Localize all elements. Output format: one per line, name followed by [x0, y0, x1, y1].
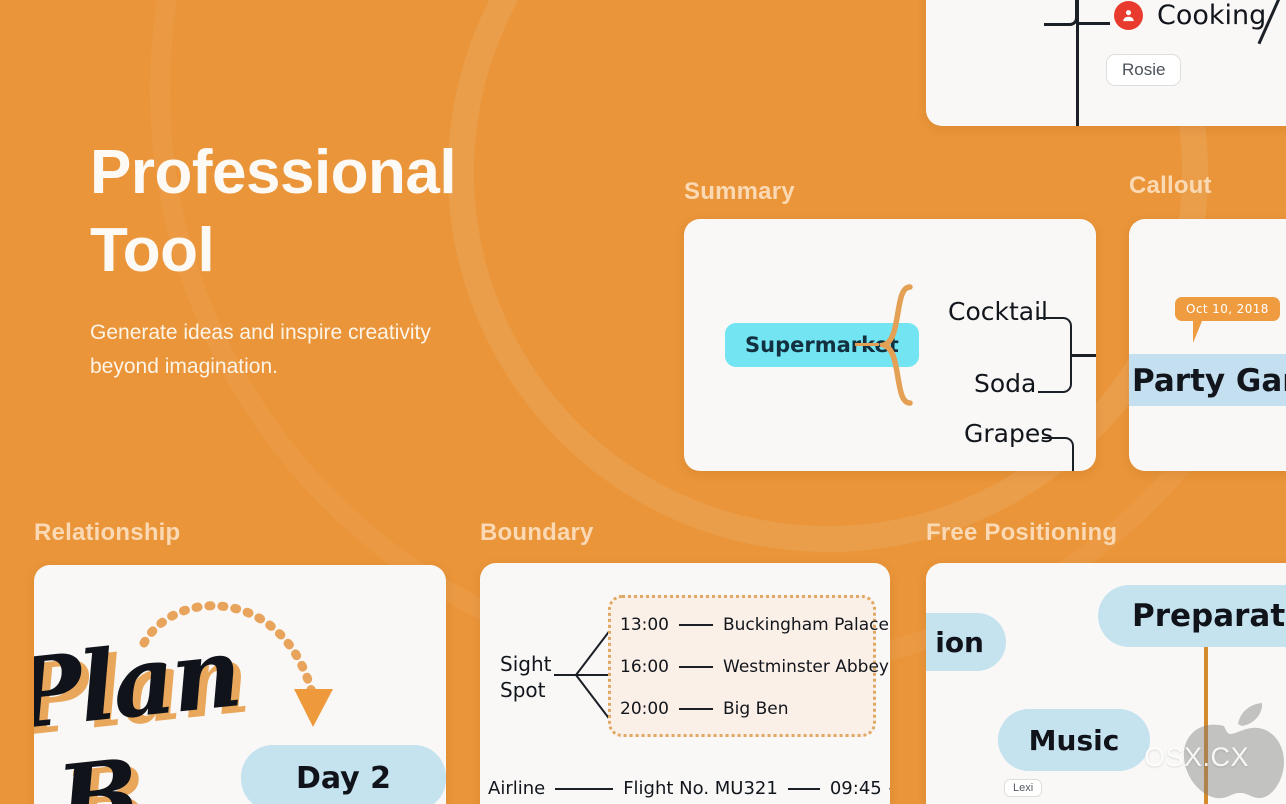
hero-section: Professional Tool Generate ideas and ins…: [90, 134, 630, 384]
connector-line: [555, 787, 614, 790]
page-title-line-1: Professional: [90, 138, 457, 207]
boundary-row-place: Big Ben: [723, 699, 789, 719]
node-sight-spot[interactable]: Sight Spot: [500, 651, 551, 703]
person-icon: [1114, 1, 1143, 30]
connector-branch: [1076, 22, 1110, 25]
boundary-row[interactable]: 13:00 Buckingham Palace: [620, 615, 889, 635]
connector-line: [679, 666, 713, 668]
page-subtitle-line-1: Generate ideas and inspire creativity: [90, 321, 431, 344]
page-title: Professional Tool: [90, 134, 630, 290]
boundary-row-place: Buckingham Palace: [723, 615, 889, 635]
feature-card-free-positioning[interactable]: ion Preparation Music Lexi: [926, 563, 1286, 804]
feature-card-callout[interactable]: Oct 10, 2018 Party Games: [1129, 219, 1286, 471]
page-subtitle-line-2: beyond imagination.: [90, 355, 278, 378]
script-word-b: B: [52, 737, 142, 804]
connector-bracket-output: [1072, 354, 1096, 357]
node-cooking-label: Cooking: [1157, 0, 1267, 31]
page-subtitle: Generate ideas and inspire creativity be…: [90, 316, 630, 384]
boundary-row-time: 13:00: [620, 615, 669, 635]
feature-card-cooking[interactable]: potatoes Cooking Rosie: [926, 0, 1286, 126]
connector-vertical-line: [1204, 647, 1208, 804]
callout-bubble[interactable]: Oct 10, 2018: [1175, 297, 1280, 343]
section-label-boundary: Boundary: [480, 519, 594, 546]
boundary-airline-row[interactable]: Airline Flight No. MU321 09:45 ~ 10:45: [488, 778, 890, 799]
node-sight-spot-line-1: Sight: [500, 652, 552, 676]
node-sight-spot-line-2: Spot: [500, 678, 546, 702]
node-partial-ion[interactable]: ion: [926, 613, 1006, 671]
node-cocktail[interactable]: Cocktail: [948, 297, 1048, 326]
node-day-2[interactable]: Day 2: [241, 745, 446, 804]
section-label-relationship: Relationship: [34, 519, 181, 546]
curly-brace-icon: [880, 284, 913, 406]
node-music[interactable]: Music: [998, 709, 1150, 771]
feature-card-summary[interactable]: Supermarket Cocktail Soda Grapes: [684, 219, 1096, 471]
connector-line: [679, 708, 713, 710]
tag-rosie[interactable]: Rosie: [1106, 54, 1182, 86]
feature-card-relationship[interactable]: Plan B Day 2: [34, 565, 446, 804]
tag-lexi[interactable]: Lexi: [1004, 779, 1043, 797]
boundary-row[interactable]: 16:00 Westminster Abbey: [620, 657, 889, 677]
node-grapes[interactable]: Grapes: [964, 419, 1053, 448]
boundary-row-place: Westminster Abbey: [723, 657, 889, 677]
node-party-games[interactable]: Party Games: [1132, 363, 1286, 399]
dotted-curved-arrow-icon: [139, 601, 333, 727]
airline-flight-number: Flight No. MU321: [623, 778, 778, 799]
connector-line: [787, 787, 820, 790]
airline-label: Airline: [488, 778, 546, 799]
page-title-line-2: Tool: [90, 216, 215, 285]
connector-cocktail-soda-bracket: [1038, 317, 1072, 393]
section-label-free-positioning: Free Positioning: [926, 519, 1118, 546]
section-label-summary: Summary: [684, 178, 795, 205]
section-label-callout: Callout: [1129, 172, 1212, 199]
node-cooking-row[interactable]: Cooking: [1114, 0, 1266, 31]
boundary-row-time: 20:00: [620, 699, 669, 719]
connector-stub: [855, 343, 879, 346]
airline-time-range: 09:45 ~ 10:45: [829, 778, 890, 799]
boundary-row-time: 16:00: [620, 657, 669, 677]
boundary-row[interactable]: 20:00 Big Ben: [620, 699, 788, 719]
node-soda[interactable]: Soda: [974, 369, 1036, 398]
node-preparation[interactable]: Preparation: [1098, 585, 1286, 647]
feature-card-boundary[interactable]: Sight Spot 13:00 Buckingham Palace 16:00…: [480, 563, 890, 804]
connector-line: [679, 624, 713, 626]
connector-grapes-bracket: [1042, 437, 1074, 471]
connector-elbow: [1044, 0, 1078, 26]
